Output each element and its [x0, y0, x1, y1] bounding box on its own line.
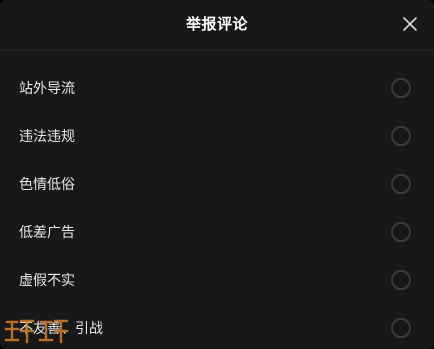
- reason-option-vulgar[interactable]: 色情低俗: [0, 161, 434, 209]
- reason-label: 不友善、引战: [19, 321, 103, 337]
- radio-button[interactable]: [391, 270, 411, 290]
- reason-label: 站外导流: [19, 81, 75, 97]
- close-icon: [403, 17, 417, 31]
- reason-option-low-quality-ad[interactable]: 低差广告: [0, 209, 434, 257]
- reason-option-offsite-diversion[interactable]: 站外导流: [0, 65, 434, 113]
- reason-label: 违法违规: [19, 129, 75, 145]
- reason-label: 虚假不实: [19, 273, 75, 289]
- report-reason-list: 站外导流 违法违规 色情低俗 低差广告 虚假不实 不友善、引战: [0, 65, 434, 349]
- radio-button[interactable]: [391, 174, 411, 194]
- radio-button[interactable]: [391, 318, 411, 338]
- reason-label: 低差广告: [19, 225, 75, 241]
- close-button[interactable]: [399, 13, 421, 35]
- radio-button[interactable]: [391, 126, 411, 146]
- radio-button[interactable]: [391, 78, 411, 98]
- dialog-header: 举报评论: [0, 0, 434, 51]
- reason-option-unfriendly[interactable]: 不友善、引战: [0, 305, 434, 349]
- reason-label: 色情低俗: [19, 177, 75, 193]
- reason-option-illegal[interactable]: 违法违规: [0, 113, 434, 161]
- report-comment-dialog: 举报评论 站外导流 违法违规 色情低俗 低差广告 虚假不实 不友善、引战: [0, 0, 434, 349]
- dialog-title: 举报评论: [185, 15, 248, 33]
- reason-option-false-info[interactable]: 虚假不实: [0, 257, 434, 305]
- radio-button[interactable]: [391, 222, 411, 242]
